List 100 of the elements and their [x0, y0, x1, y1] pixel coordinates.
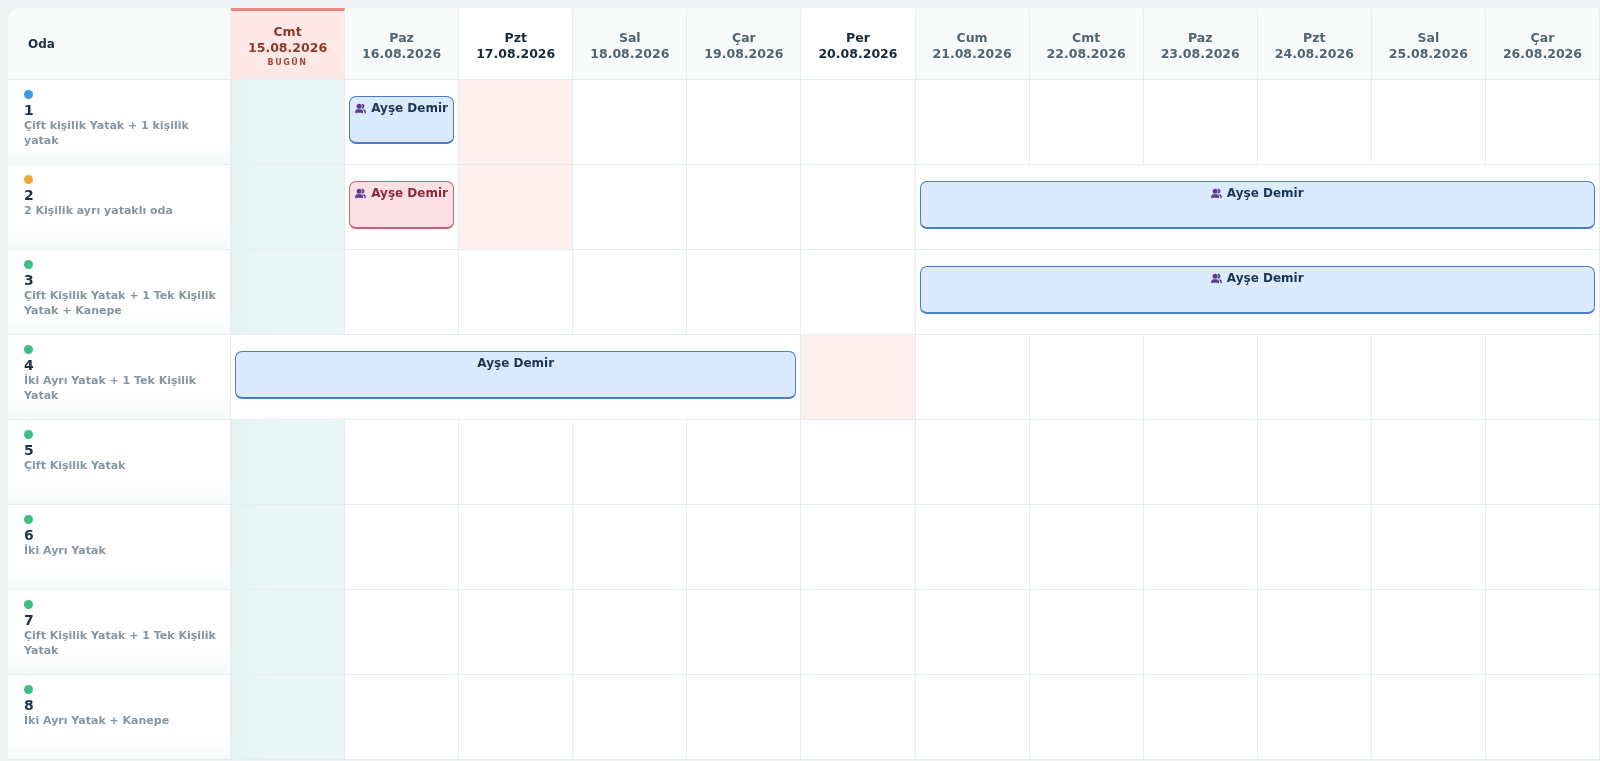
day-cell[interactable] — [1029, 80, 1144, 165]
day-cell[interactable] — [573, 80, 688, 165]
day-cell[interactable] — [915, 675, 1030, 760]
day-cell[interactable] — [687, 590, 802, 675]
day-cell[interactable]: Ayşe Demir — [915, 165, 1600, 250]
day-cell[interactable] — [573, 505, 688, 590]
room-cell[interactable]: 7 Çift Kişilik Yatak + 1 Tek Kişilik Yatak — [8, 590, 231, 675]
day-cell[interactable] — [801, 335, 916, 420]
day-cell[interactable] — [801, 420, 916, 505]
weekday-label: Cum — [956, 29, 988, 45]
reservation-bar[interactable]: Ayşe Demir — [349, 96, 455, 144]
day-cell[interactable]: Ayşe Demir — [231, 335, 802, 420]
day-cell[interactable] — [1143, 505, 1258, 590]
room-cell[interactable]: 1 Çift kişilik Yatak + 1 kişilik yatak — [8, 80, 231, 165]
day-cell[interactable] — [915, 80, 1030, 165]
room-cell[interactable]: 4 İki Ayrı Yatak + 1 Tek Kişilik Yatak — [8, 335, 231, 420]
day-cell[interactable] — [915, 420, 1030, 505]
day-cell[interactable] — [231, 80, 346, 165]
reservation-bar[interactable]: Ayşe Demir — [349, 181, 455, 229]
day-cell[interactable] — [459, 590, 574, 675]
room-number: 7 — [24, 612, 34, 628]
day-cell[interactable] — [801, 80, 916, 165]
day-cell[interactable] — [1485, 675, 1600, 760]
day-cell[interactable] — [1143, 80, 1258, 165]
day-cell[interactable] — [573, 420, 688, 505]
day-cell[interactable] — [687, 250, 802, 335]
day-cell[interactable]: Ayşe Demir — [345, 80, 460, 165]
day-cell[interactable] — [1485, 335, 1600, 420]
day-cell[interactable] — [459, 505, 574, 590]
room-cell[interactable]: 6 İki Ayrı Yatak — [8, 505, 231, 590]
day-cell[interactable] — [1029, 505, 1144, 590]
day-cell[interactable] — [459, 250, 574, 335]
day-cell[interactable] — [231, 420, 346, 505]
day-cell[interactable] — [1029, 675, 1144, 760]
weekday-label: Pzt — [504, 29, 527, 45]
day-cell[interactable] — [801, 505, 916, 590]
day-cell[interactable] — [459, 80, 574, 165]
day-cell[interactable]: Ayşe Demir — [345, 165, 460, 250]
day-cell[interactable] — [915, 505, 1030, 590]
reservation-bar[interactable]: Ayşe Demir — [235, 351, 797, 399]
day-cell[interactable] — [1371, 590, 1486, 675]
day-cell[interactable] — [345, 250, 460, 335]
day-cell[interactable] — [687, 505, 802, 590]
day-cell[interactable] — [1485, 420, 1600, 505]
day-cell[interactable] — [687, 675, 802, 760]
day-cell[interactable] — [687, 80, 802, 165]
day-cell[interactable] — [801, 590, 916, 675]
day-cell[interactable] — [459, 675, 574, 760]
day-cell[interactable] — [231, 165, 346, 250]
day-cell[interactable]: Ayşe Demir — [915, 250, 1600, 335]
day-cell[interactable] — [1143, 590, 1258, 675]
day-cell[interactable] — [1257, 420, 1372, 505]
day-cell[interactable] — [345, 505, 460, 590]
day-cell[interactable] — [801, 165, 916, 250]
room-cell[interactable]: 3 Çift Kişilik Yatak + 1 Tek Kişilik Yatak + Kanepe — [8, 250, 231, 335]
day-cell[interactable] — [915, 335, 1030, 420]
day-cell[interactable] — [231, 250, 346, 335]
day-cell[interactable] — [573, 590, 688, 675]
day-cell[interactable] — [1029, 590, 1144, 675]
room-cell[interactable]: 5 Çift Kişilik Yatak — [8, 420, 231, 505]
reservation-bar[interactable]: Ayşe Demir — [919, 266, 1595, 314]
room-number: 4 — [24, 357, 34, 373]
room-cell[interactable]: 8 İki Ayrı Yatak + Kanepe — [8, 675, 231, 760]
date-label: 16.08.2026 — [362, 45, 442, 61]
day-cell[interactable] — [1371, 675, 1486, 760]
day-cell[interactable] — [801, 250, 916, 335]
day-cell[interactable] — [1257, 335, 1372, 420]
day-cell[interactable] — [1371, 80, 1486, 165]
day-cell[interactable] — [1029, 335, 1144, 420]
day-cell[interactable] — [1485, 590, 1600, 675]
day-cell[interactable] — [801, 675, 916, 760]
day-cell[interactable] — [1257, 505, 1372, 590]
day-cell[interactable] — [1371, 505, 1486, 590]
day-cell[interactable] — [1143, 335, 1258, 420]
day-cell[interactable] — [687, 165, 802, 250]
day-cell[interactable] — [231, 505, 346, 590]
day-cell[interactable] — [459, 165, 574, 250]
day-cell[interactable] — [687, 420, 802, 505]
day-cell[interactable] — [1485, 505, 1600, 590]
day-cell[interactable] — [1257, 675, 1372, 760]
day-cell[interactable] — [459, 420, 574, 505]
reservation-bar[interactable]: Ayşe Demir — [919, 181, 1595, 229]
day-cell[interactable] — [1257, 80, 1372, 165]
day-cell[interactable] — [345, 590, 460, 675]
day-cell[interactable] — [573, 250, 688, 335]
day-cell[interactable] — [1257, 590, 1372, 675]
day-cell[interactable] — [1029, 420, 1144, 505]
day-cell[interactable] — [1143, 420, 1258, 505]
day-cell[interactable] — [231, 675, 346, 760]
day-cell[interactable] — [1485, 80, 1600, 165]
day-cell[interactable] — [573, 675, 688, 760]
day-cell[interactable] — [345, 420, 460, 505]
day-cell[interactable] — [573, 165, 688, 250]
day-cell[interactable] — [1371, 420, 1486, 505]
room-cell[interactable]: 2 2 Kişilik ayrı yataklı oda — [8, 165, 231, 250]
day-cell[interactable] — [915, 590, 1030, 675]
day-cell[interactable] — [345, 675, 460, 760]
day-cell[interactable] — [1371, 335, 1486, 420]
day-cell[interactable] — [1143, 675, 1258, 760]
day-cell[interactable] — [231, 590, 346, 675]
